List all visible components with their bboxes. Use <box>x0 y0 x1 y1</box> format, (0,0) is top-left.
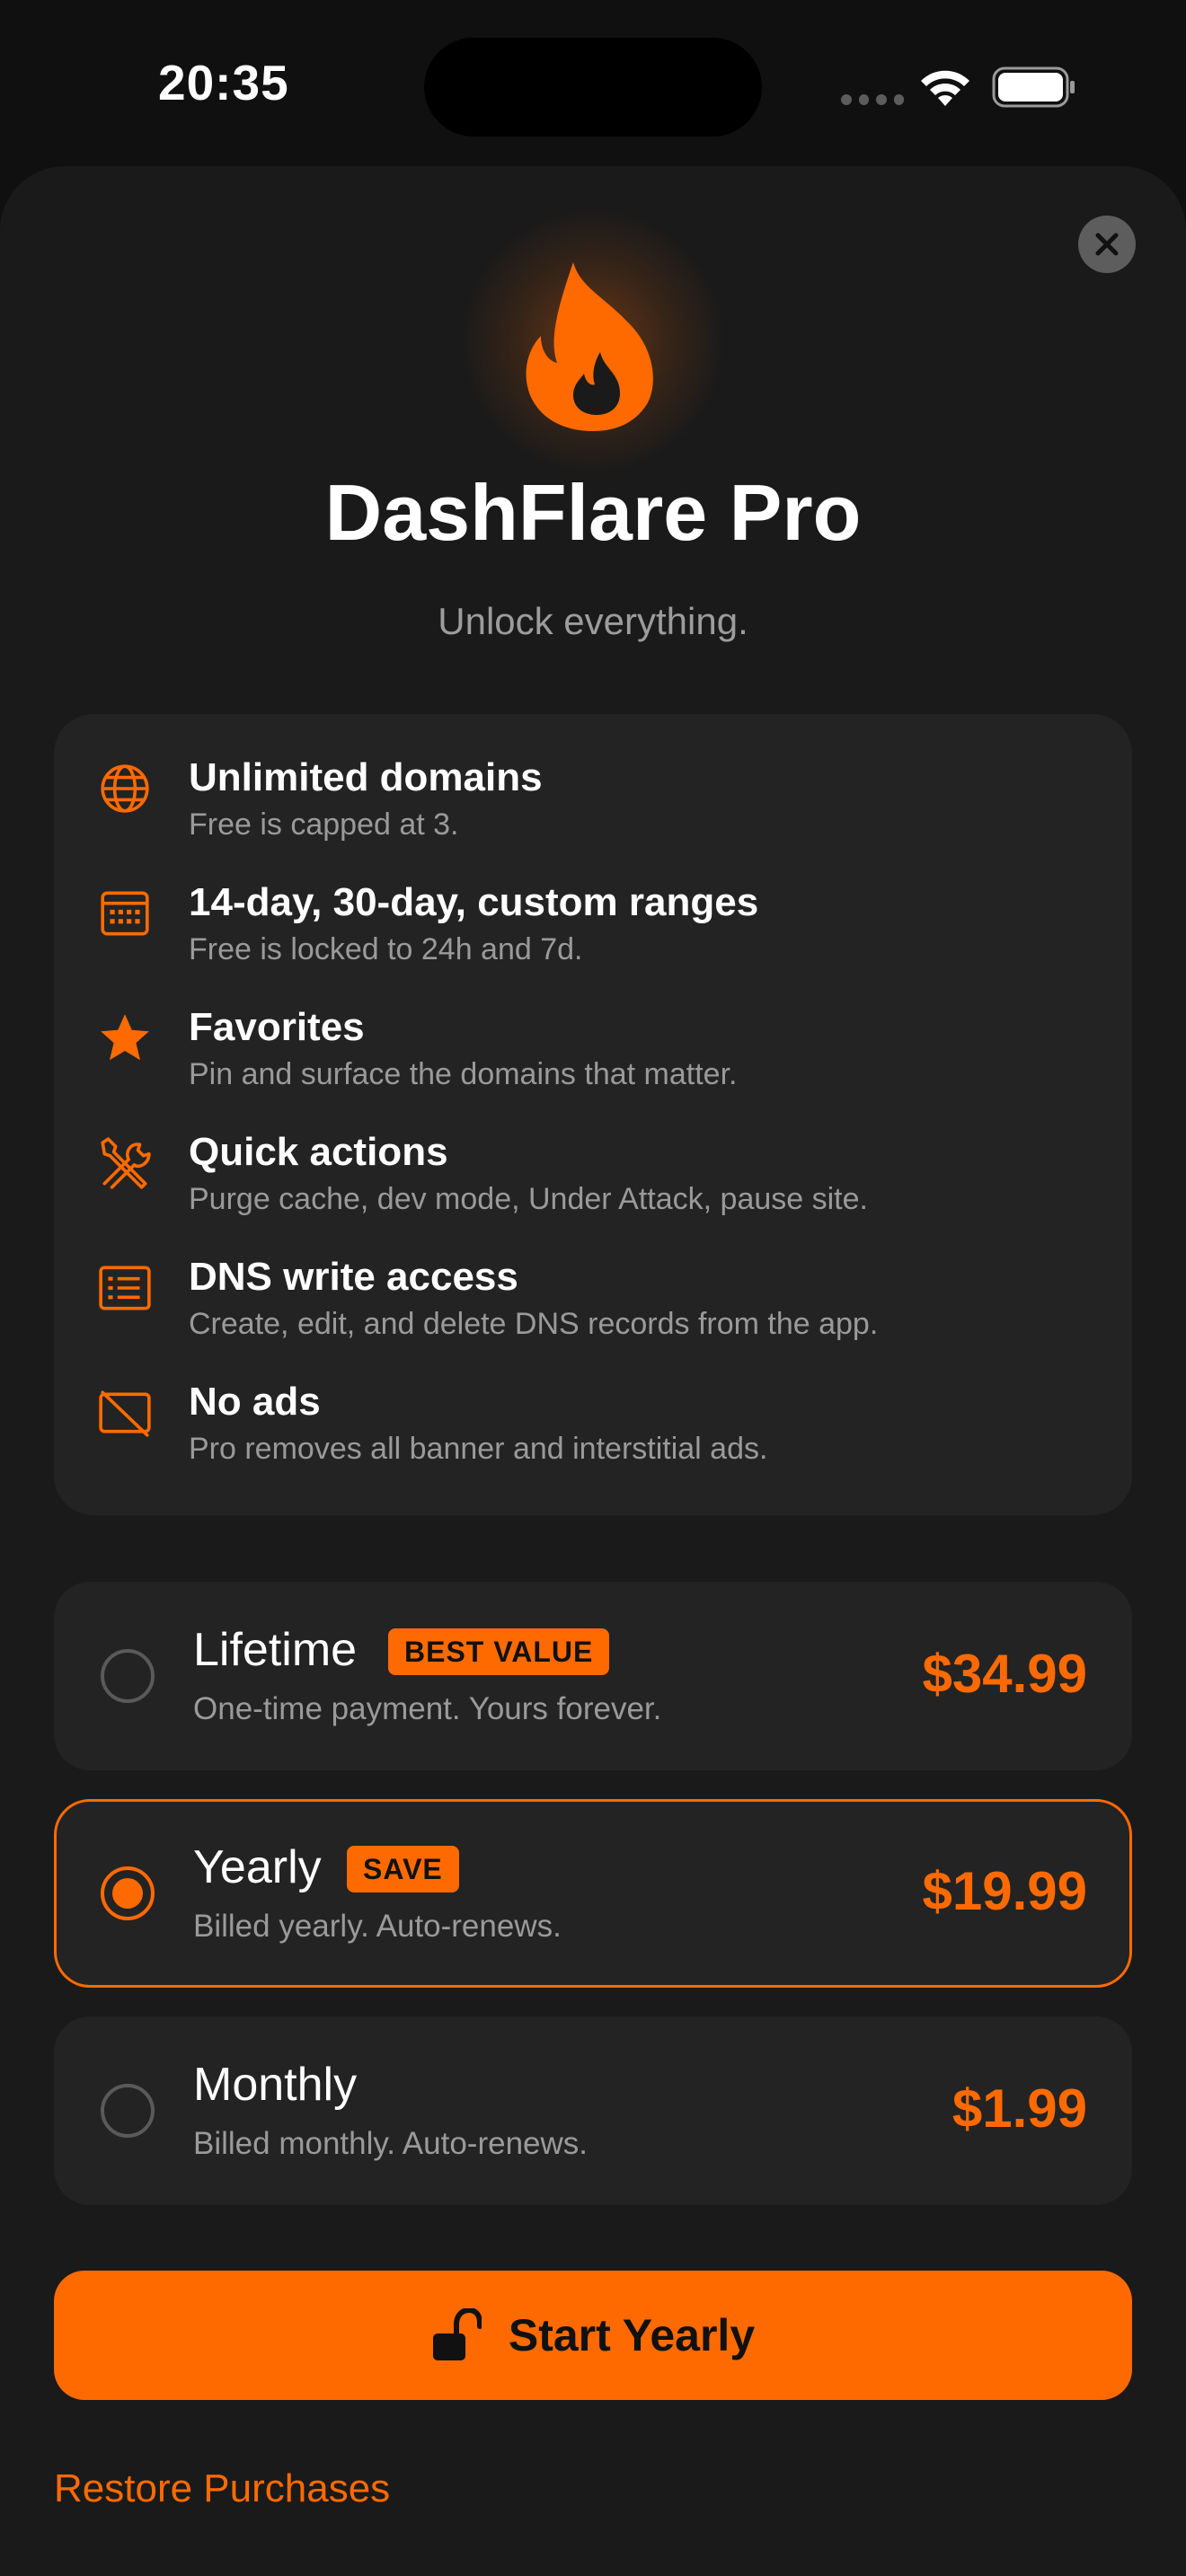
plan-desc: Billed yearly. Auto-renews. <box>193 1909 562 1944</box>
feature-item-quick-actions: Quick actions Purge cache, dev mode, Und… <box>54 1089 1132 1216</box>
star-icon <box>101 1014 149 1061</box>
plan-name: Yearly <box>193 1841 322 1893</box>
radio-selected[interactable] <box>101 1866 155 1920</box>
cellular-signal-icon <box>841 94 904 105</box>
flame-icon <box>526 262 653 431</box>
feature-item-no-ads: No ads Pro removes all banner and inters… <box>54 1338 1132 1466</box>
feature-title: Unlimited domains <box>189 755 543 799</box>
feature-title: 14-day, 30-day, custom ranges <box>189 880 759 924</box>
feature-desc: Create, edit, and delete DNS records fro… <box>189 1307 879 1341</box>
plan-option-monthly[interactable]: Monthly Billed monthly. Auto-renews. $1.… <box>54 2016 1132 2205</box>
plan-desc: Billed monthly. Auto-renews. <box>193 2126 589 2161</box>
plan-badge: BEST VALUE <box>388 1628 610 1675</box>
wifi-icon <box>921 70 969 106</box>
start-subscription-label: Start Yearly <box>508 2310 756 2360</box>
feature-item-dns-write: DNS write access Create, edit, and delet… <box>54 1213 1132 1341</box>
plan-badge: SAVE <box>347 1846 459 1892</box>
feature-item-unlimited-domains: Unlimited domains Free is capped at 3. <box>54 714 1132 842</box>
dynamic-island <box>424 38 762 137</box>
close-icon <box>1095 233 1119 256</box>
feature-desc: Purge cache, dev mode, Under Attack, pau… <box>189 1182 868 1216</box>
plan-price: $1.99 <box>951 2078 1087 2139</box>
feature-item-ranges: 14-day, 30-day, custom ranges Free is lo… <box>54 839 1132 966</box>
tools-icon <box>101 1137 151 1189</box>
calendar-icon <box>101 891 149 936</box>
feature-desc: Pro removes all banner and interstitial … <box>189 1432 768 1466</box>
feature-title: No ads <box>189 1380 321 1424</box>
plan-price: $34.99 <box>922 1644 1087 1704</box>
page-subtitle: Unlock everything. <box>438 600 748 642</box>
radio-unselected[interactable] <box>101 2084 155 2138</box>
unlock-icon <box>432 2308 482 2360</box>
globe-icon <box>101 764 149 813</box>
feature-item-favorites: Favorites Pin and surface the domains th… <box>54 964 1132 1091</box>
plan-desc: One-time payment. Yours forever. <box>193 1691 662 1726</box>
plan-price: $19.99 <box>922 1861 1087 1921</box>
plan-name: Lifetime <box>193 1624 358 1676</box>
list-icon <box>99 1266 151 1310</box>
page-title: DashFlare Pro <box>324 468 862 557</box>
feature-desc: Free is locked to 24h and 7d. <box>189 932 583 966</box>
status-bar: 20:35 <box>0 0 1186 171</box>
no-ads-icon <box>99 1390 151 1437</box>
radio-unselected[interactable] <box>101 1649 155 1703</box>
status-time: 20:35 <box>158 55 289 110</box>
feature-title: Quick actions <box>189 1130 448 1174</box>
restore-purchases-link[interactable]: Restore Purchases <box>54 2466 390 2511</box>
battery-icon <box>992 66 1075 108</box>
plan-name: Monthly <box>193 2059 358 2111</box>
start-subscription-button[interactable]: Start Yearly <box>54 2271 1132 2400</box>
feature-title: DNS write access <box>189 1255 518 1299</box>
feature-desc: Pin and surface the domains that matter. <box>189 1057 738 1091</box>
feature-desc: Free is capped at 3. <box>189 807 459 842</box>
close-button[interactable] <box>1078 216 1136 273</box>
plan-option-yearly[interactable]: Yearly SAVE Billed yearly. Auto-renews. … <box>54 1799 1132 1988</box>
features-card: Unlimited domains Free is capped at 3. 1… <box>54 714 1132 1515</box>
plan-option-lifetime[interactable]: Lifetime BEST VALUE One-time payment. Yo… <box>54 1582 1132 1770</box>
feature-title: Favorites <box>189 1005 365 1049</box>
